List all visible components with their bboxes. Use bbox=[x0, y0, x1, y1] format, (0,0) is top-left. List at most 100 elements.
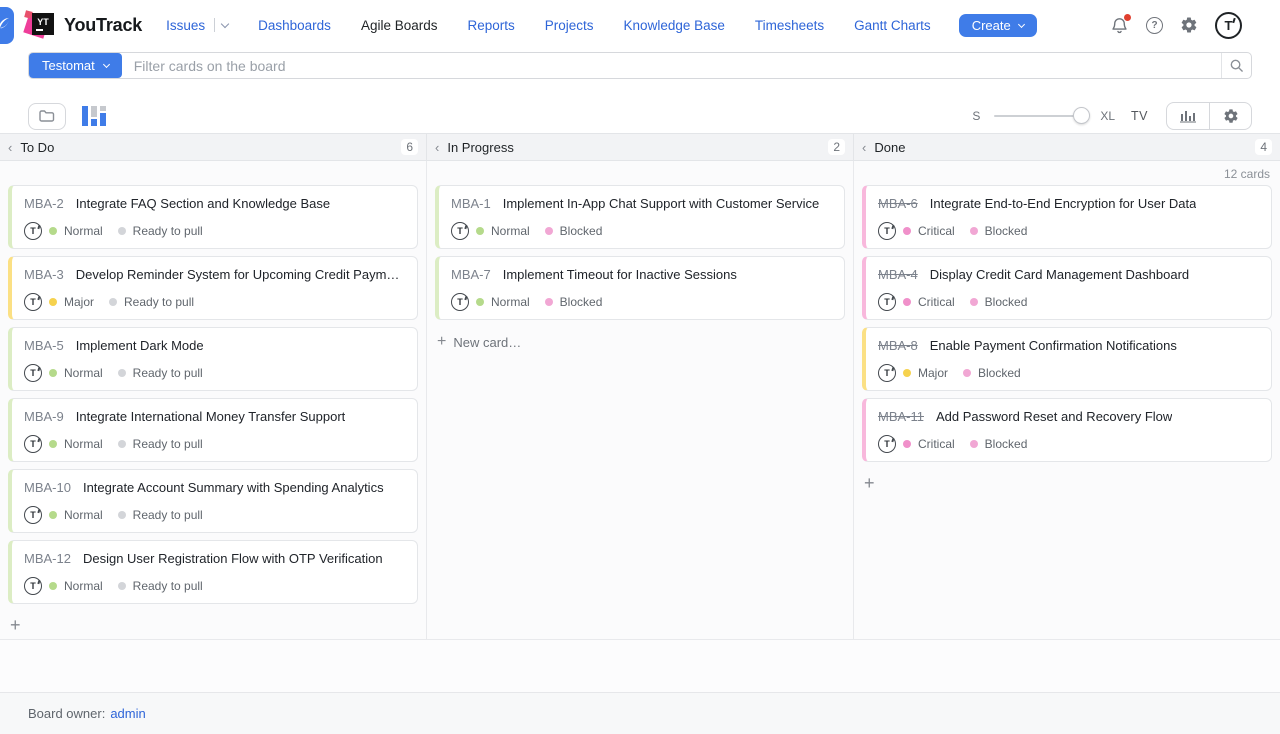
assignee-avatar[interactable]: T bbox=[24, 364, 42, 382]
state-icon bbox=[118, 511, 126, 519]
issue-card[interactable]: MBA-9 Integrate International Money Trans… bbox=[8, 398, 418, 462]
issue-id[interactable]: MBA-9 bbox=[24, 409, 64, 425]
card-meta-row: TNormalReady to pull bbox=[24, 506, 405, 524]
chevron-down-icon bbox=[1018, 20, 1025, 27]
issue-id[interactable]: MBA-10 bbox=[24, 480, 71, 496]
board-settings-button[interactable] bbox=[1209, 103, 1251, 129]
issue-card[interactable]: MBA-1Implement In-App Chat Support with … bbox=[435, 185, 845, 249]
card-title-row: MBA-5Implement Dark Mode bbox=[24, 338, 405, 354]
issue-card[interactable]: MBA-10 Integrate Account Summary with Spe… bbox=[8, 469, 418, 533]
column-name: In Progress bbox=[447, 140, 513, 155]
issue-id[interactable]: MBA-12 bbox=[24, 551, 71, 567]
nav-item-label: Agile Boards bbox=[361, 18, 438, 33]
slider-handle[interactable] bbox=[1073, 107, 1090, 124]
assignee-avatar[interactable]: T bbox=[878, 293, 896, 311]
issue-card[interactable]: MBA-6 Integrate End-to-End Encryption for… bbox=[862, 185, 1272, 249]
board-owner-link[interactable]: admin bbox=[110, 706, 145, 721]
assignee-avatar[interactable]: T bbox=[451, 293, 469, 311]
board-selector-button[interactable]: Testomat bbox=[29, 53, 122, 78]
nav-item-reports[interactable]: Reports bbox=[467, 18, 514, 33]
priority-label: Normal bbox=[64, 579, 103, 593]
filter-cards-input[interactable] bbox=[122, 53, 1221, 78]
notifications-bell-icon[interactable] bbox=[1110, 16, 1129, 35]
nav-item-label: Issues bbox=[166, 18, 205, 33]
card-title-row: MBA-7Implement Timeout for Inactive Sess… bbox=[451, 267, 832, 283]
collapse-column-icon[interactable]: ‹ bbox=[435, 140, 439, 155]
youtrack-logo-icon[interactable]: YT bbox=[28, 12, 55, 38]
assignee-avatar[interactable]: T bbox=[24, 577, 42, 595]
issue-id[interactable]: MBA-11 bbox=[878, 409, 924, 425]
nav-item-agile-boards[interactable]: Agile Boards bbox=[361, 18, 438, 33]
create-button[interactable]: Create bbox=[959, 14, 1037, 37]
collapse-column-icon[interactable]: ‹ bbox=[862, 140, 866, 155]
column-top-gap bbox=[435, 161, 845, 185]
add-card-button[interactable]: + bbox=[8, 611, 23, 639]
sidebar-toggle-button[interactable] bbox=[0, 7, 14, 44]
size-max-label: XL bbox=[1100, 109, 1115, 123]
board-tools-group bbox=[1166, 102, 1252, 130]
nav-item-gantt-charts[interactable]: Gantt Charts bbox=[854, 18, 931, 33]
priority-icon bbox=[903, 369, 911, 377]
collapse-column-icon[interactable]: ‹ bbox=[8, 140, 12, 155]
card-meta-row: TCriticalBlocked bbox=[878, 293, 1259, 311]
issue-card[interactable]: MBA-12Design User Registration Flow with… bbox=[8, 540, 418, 604]
state-label: Ready to pull bbox=[133, 579, 203, 593]
card-size-slider[interactable] bbox=[994, 115, 1086, 117]
issue-id[interactable]: MBA-8 bbox=[878, 338, 918, 354]
issue-card[interactable]: MBA-4 Display Credit Card Management Dash… bbox=[862, 256, 1272, 320]
assignee-avatar[interactable]: T bbox=[24, 506, 42, 524]
issue-card[interactable]: MBA-3Develop Reminder System for Upcomin… bbox=[8, 256, 418, 320]
issue-id[interactable]: MBA-2 bbox=[24, 196, 64, 212]
priority-icon bbox=[476, 227, 484, 235]
issue-id[interactable]: MBA-3 bbox=[24, 267, 64, 283]
assignee-avatar[interactable]: T bbox=[24, 222, 42, 240]
card-title-row: MBA-6 Integrate End-to-End Encryption for… bbox=[878, 196, 1259, 212]
help-icon[interactable]: ? bbox=[1146, 17, 1163, 34]
issue-title: Integrate International Money Transfer S… bbox=[76, 409, 346, 425]
settings-gear-icon[interactable] bbox=[1180, 16, 1198, 34]
issue-id[interactable]: MBA-6 bbox=[878, 196, 918, 212]
header-icons: ? T bbox=[1110, 12, 1242, 39]
state-label: Blocked bbox=[985, 437, 1028, 451]
issue-id[interactable]: MBA-4 bbox=[878, 267, 918, 283]
issue-id[interactable]: MBA-7 bbox=[451, 267, 491, 283]
chart-report-button[interactable] bbox=[1167, 103, 1209, 129]
state-label: Ready to pull bbox=[133, 508, 203, 522]
cards-total-label: 12 cards bbox=[862, 161, 1272, 185]
nav-item-knowledge-base[interactable]: Knowledge Base bbox=[624, 18, 725, 33]
priority-label: Critical bbox=[918, 295, 955, 309]
state-label: Blocked bbox=[560, 224, 603, 238]
tv-mode-button[interactable]: TV bbox=[1131, 109, 1148, 123]
issue-card[interactable]: MBA-8Enable Payment Confirmation Notific… bbox=[862, 327, 1272, 391]
assignee-avatar[interactable]: T bbox=[24, 435, 42, 453]
board-view-icon[interactable] bbox=[82, 106, 106, 126]
priority-label: Normal bbox=[64, 366, 103, 380]
issue-title: Display Credit Card Management Dashboard bbox=[930, 267, 1189, 283]
issue-title: Integrate Account Summary with Spending … bbox=[83, 480, 384, 496]
chevron-down-icon[interactable] bbox=[221, 19, 229, 27]
user-avatar[interactable]: T bbox=[1215, 12, 1242, 39]
assignee-avatar[interactable]: T bbox=[878, 364, 896, 382]
add-card-button[interactable]: + bbox=[862, 469, 877, 497]
issue-title: Add Password Reset and Recovery Flow bbox=[936, 409, 1172, 425]
issue-id[interactable]: MBA-5 bbox=[24, 338, 64, 354]
assignee-avatar[interactable]: T bbox=[24, 293, 42, 311]
issue-card[interactable]: MBA-2Integrate FAQ Section and Knowledge… bbox=[8, 185, 418, 249]
search-button[interactable] bbox=[1221, 53, 1251, 78]
assignee-avatar[interactable]: T bbox=[451, 222, 469, 240]
nav-item-timesheets[interactable]: Timesheets bbox=[755, 18, 824, 33]
assignee-avatar[interactable]: T bbox=[878, 222, 896, 240]
folder-button[interactable] bbox=[28, 103, 66, 130]
issue-title: Integrate End-to-End Encryption for User… bbox=[930, 196, 1197, 212]
new-card-button[interactable]: +New card… bbox=[435, 327, 523, 357]
issue-card[interactable]: MBA-5Implement Dark ModeTNormalReady to … bbox=[8, 327, 418, 391]
priority-icon bbox=[476, 298, 484, 306]
card-meta-row: T Normal Ready to pull bbox=[24, 577, 405, 595]
issue-card[interactable]: MBA-7Implement Timeout for Inactive Sess… bbox=[435, 256, 845, 320]
issue-card[interactable]: MBA-11 Add Password Reset and Recovery Fl… bbox=[862, 398, 1272, 462]
nav-item-issues[interactable]: Issues bbox=[166, 18, 228, 33]
nav-item-projects[interactable]: Projects bbox=[545, 18, 594, 33]
assignee-avatar[interactable]: T bbox=[878, 435, 896, 453]
nav-item-dashboards[interactable]: Dashboards bbox=[258, 18, 331, 33]
issue-id[interactable]: MBA-1 bbox=[451, 196, 491, 212]
